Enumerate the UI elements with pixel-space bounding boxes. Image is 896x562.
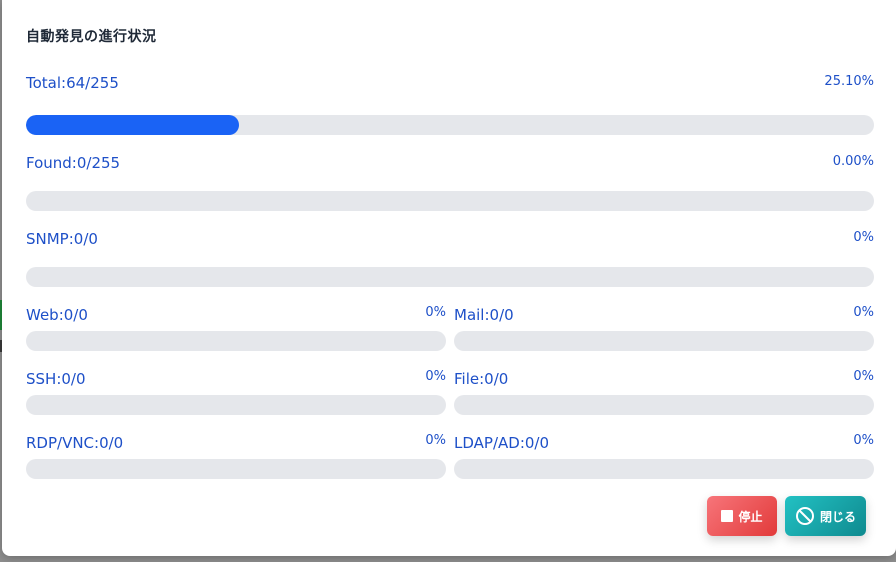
stop-button-label: 停止 [738, 509, 763, 524]
snmp-progress-bar [26, 267, 874, 287]
file-progress-bar [454, 395, 874, 415]
found-label: Found:0/255 [26, 154, 121, 172]
ldap-ad-percent: 0% [853, 433, 874, 448]
stop-square-icon [721, 510, 734, 522]
rdp-vnc-progress-bar [26, 459, 446, 479]
mail-percent: 0% [853, 305, 874, 320]
snmp-percent: 0% [853, 230, 874, 245]
ssh-label: SSH:0/0 [26, 370, 86, 388]
dialog-title: 自動発見の進行状況 [26, 29, 157, 45]
discovery-progress-dialog: 自動発見の進行状況 Total:64/255 25.10% Found:0/25… [2, 0, 896, 556]
web-label: Web:0/0 [26, 306, 88, 324]
snmp-label: SNMP:0/0 [26, 230, 98, 248]
close-button[interactable]: 閉じる [785, 496, 866, 536]
total-progress-fill [26, 115, 239, 135]
close-button-label: 閉じる [819, 509, 856, 524]
ldap-ad-progress-bar [454, 459, 874, 479]
file-label: File:0/0 [454, 370, 509, 388]
total-label: Total:64/255 [26, 74, 119, 92]
ssh-progress-bar [26, 395, 446, 415]
ssh-percent: 0% [425, 369, 446, 384]
total-percent: 25.10% [824, 74, 874, 89]
prohibited-circle-icon [795, 507, 814, 525]
web-percent: 0% [425, 305, 446, 320]
mail-progress-bar [454, 331, 874, 351]
found-percent: 0.00% [832, 154, 874, 169]
rdp-vnc-percent: 0% [425, 433, 446, 448]
stop-button[interactable]: 停止 [707, 496, 777, 536]
total-progress-bar [26, 115, 874, 135]
found-progress-bar [26, 191, 874, 211]
web-progress-bar [26, 331, 446, 351]
mail-label: Mail:0/0 [454, 306, 514, 324]
file-percent: 0% [853, 369, 874, 384]
ldap-ad-label: LDAP/AD:0/0 [454, 434, 550, 452]
rdp-vnc-label: RDP/VNC:0/0 [26, 434, 124, 452]
